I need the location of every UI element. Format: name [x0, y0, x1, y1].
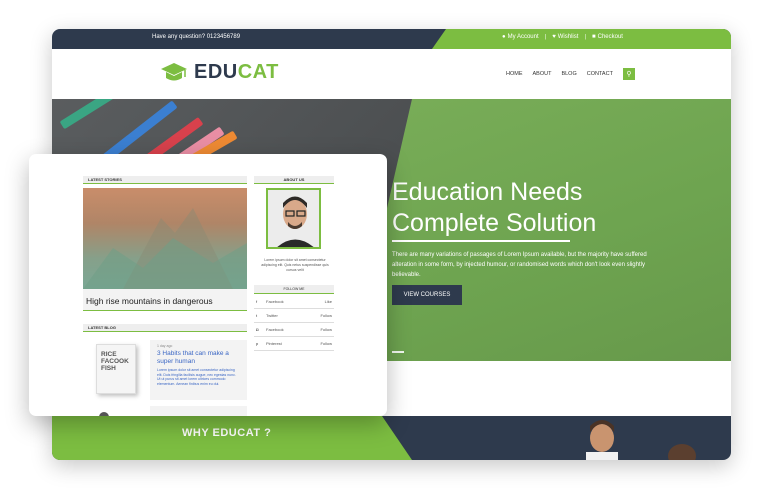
- hero-title-underline: [392, 240, 570, 242]
- nav-home[interactable]: HOME: [506, 71, 523, 77]
- about-us-heading: ABOUT US: [254, 176, 334, 184]
- follow-row-twitter[interactable]: t Twitter Follow: [254, 309, 334, 323]
- heart-icon: ♥: [552, 34, 556, 40]
- author-photo: [266, 188, 321, 249]
- blog-date: 1 day ago: [157, 344, 173, 348]
- top-bar: Have any question? 0123456789 ● My Accoun…: [52, 29, 731, 49]
- nav-about[interactable]: ABOUT: [533, 71, 552, 77]
- follow-row-instagram[interactable]: ◘ Facebook Follow: [254, 323, 334, 337]
- logo[interactable]: EDUCAT: [160, 61, 279, 84]
- book-cover-image[interactable]: RICE FACOOK FISH: [96, 344, 136, 394]
- search-icon: ⚲: [626, 71, 632, 78]
- follow-row-pinterest[interactable]: p Pinterest Follow: [254, 337, 334, 351]
- logo-text: EDUCAT: [194, 61, 279, 83]
- blog-post-preview[interactable]: 1 day ago 3 Habits that can make a super…: [150, 340, 247, 400]
- hero-description: There are many variations of passages of…: [392, 252, 647, 278]
- about-text: Lorem ipsum dolor sit amet consectetur a…: [261, 258, 329, 272]
- search-button[interactable]: ⚲: [622, 68, 635, 80]
- blog-title[interactable]: 3 Habits that can make a super human: [157, 350, 240, 366]
- blog-thumbnail[interactable]: [99, 412, 109, 416]
- slider-indicator[interactable]: [392, 351, 404, 353]
- follow-name: Twitter: [266, 313, 278, 318]
- separator: |: [544, 34, 547, 40]
- mountain-illustration: [83, 208, 247, 289]
- nav-blog[interactable]: BLOG: [561, 71, 576, 77]
- main-nav: HOME ABOUT BLOG CONTACT ⚲: [506, 68, 635, 80]
- story-image[interactable]: [83, 188, 247, 289]
- stage: Have any question? 0123456789 ● My Accoun…: [0, 0, 762, 490]
- follow-name: Pinterest: [266, 341, 282, 346]
- user-icon: ●: [502, 34, 506, 40]
- why-section: WHY EDUCAT ?: [52, 416, 731, 460]
- follow-action[interactable]: Follow: [320, 327, 332, 332]
- follow-action[interactable]: Like: [325, 299, 332, 304]
- follow-row-facebook[interactable]: f Facebook Like: [254, 295, 334, 309]
- blog-excerpt: Lorem ipsum dolor sit amet consectetur a…: [157, 368, 236, 386]
- student-photo: [586, 420, 618, 460]
- follow-action[interactable]: Follow: [320, 341, 332, 346]
- checkout-link[interactable]: ■ Checkout: [592, 34, 623, 40]
- why-title: WHY EDUCAT ?: [182, 427, 272, 439]
- student-photo: [668, 444, 696, 460]
- nav-contact[interactable]: CONTACT: [587, 71, 613, 77]
- twitter-icon: t: [256, 313, 258, 318]
- site-header: EDUCAT HOME ABOUT BLOG CONTACT ⚲: [52, 49, 731, 99]
- blog-widget-card: LATEST STORIES High rise mountains in da…: [29, 154, 387, 416]
- story-title[interactable]: High rise mountains in dangerous: [83, 289, 247, 311]
- lock-icon: ■: [592, 34, 596, 40]
- view-courses-button[interactable]: VIEW COURSES: [392, 285, 462, 305]
- follow-name: Facebook: [266, 327, 284, 332]
- latest-blog-heading: LATEST BLOG: [83, 324, 247, 332]
- latest-stories-heading: LATEST STORIES: [83, 176, 247, 184]
- graduation-cap-icon: [161, 62, 187, 80]
- my-account-link[interactable]: ● My Account: [502, 34, 539, 40]
- account-links: ● My Account | ♥ Wishlist | ■ Checkout: [502, 34, 623, 40]
- separator: |: [584, 34, 586, 40]
- follow-action[interactable]: Follow: [320, 313, 332, 318]
- pinterest-icon: p: [256, 341, 259, 346]
- follow-me-heading: FOLLOW ME: [254, 285, 334, 294]
- author-portrait: [268, 190, 319, 247]
- contact-question: Have any question? 0123456789: [152, 34, 241, 40]
- blog-post-preview[interactable]: [150, 406, 247, 416]
- instagram-icon: ◘: [256, 327, 259, 332]
- facebook-icon: f: [256, 299, 258, 304]
- hero-title: Education Needs Complete Solution: [392, 178, 597, 237]
- follow-name: Facebook: [266, 299, 284, 304]
- wishlist-link[interactable]: ♥ Wishlist: [552, 34, 578, 40]
